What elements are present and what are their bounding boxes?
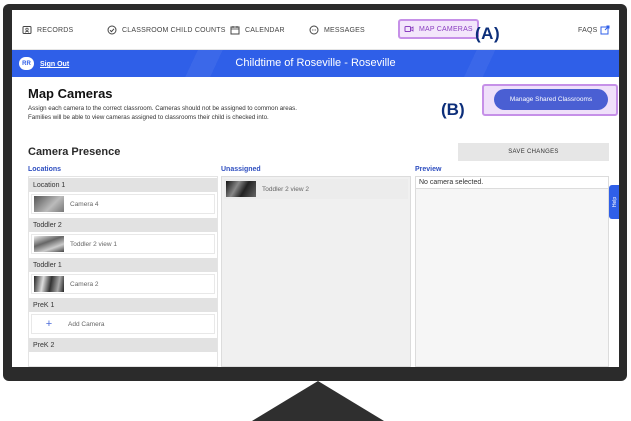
locations-column[interactable]: Location 1 Camera 4 Toddler 2 Toddler 2 … [28,176,218,367]
unassigned-column[interactable]: Toddler 2 view 2 [221,176,411,367]
preview-empty-text: No camera selected. [416,177,608,189]
camera-name: Toddler 2 view 1 [70,240,117,248]
add-camera-button[interactable]: + Add Camera [31,314,215,334]
page-title: Map Cameras [28,86,113,101]
message-bubble-icon [309,25,319,35]
nav-records[interactable]: RECORDS [22,21,73,39]
camera-thumbnail [34,236,64,252]
help-label: Help [611,196,618,208]
nav-faqs-label: FAQS [578,26,598,34]
location-header: PreK 2 [29,338,217,352]
camera-card[interactable]: Camera 4 [31,194,215,214]
center-title: Childtime of Roseville - Roseville [235,57,396,69]
nav-map-cameras[interactable]: MAP CAMERAS [398,19,479,39]
calendar-icon [230,25,240,35]
page-description: Assign each camera to the correct classr… [28,104,408,122]
nav-messages-label: MESSAGES [324,26,365,34]
description-line-1: Assign each camera to the correct classr… [28,105,297,112]
nav-faqs[interactable]: FAQS [578,21,610,39]
camera-thumbnail [34,276,64,292]
preview-column: No camera selected. [415,176,609,367]
add-camera-label: Add Camera [68,320,105,328]
camera-name: Camera 4 [70,200,99,208]
camera-thumbnail [34,196,64,212]
camera-card[interactable]: Toddler 2 view 2 [224,179,408,199]
help-tab[interactable]: Help [609,185,619,219]
callout-label-a: (A) [475,24,501,43]
manage-shared-classrooms-button[interactable]: Manage Shared Classrooms [494,89,608,110]
monitor-stand [252,381,384,421]
video-camera-icon [404,24,414,34]
camera-name: Toddler 2 view 2 [262,185,309,193]
external-link-icon [600,25,610,35]
nav-counts-label: CLASSROOM CHILD COUNTS [122,26,226,34]
app-screen: RECORDS CLASSROOM CHILD COUNTS CALENDAR … [12,10,619,367]
preview-column-label: Preview [415,166,442,173]
location-header: Toddler 2 [29,218,217,232]
top-navigation: RECORDS CLASSROOM CHILD COUNTS CALENDAR … [12,10,619,50]
camera-thumbnail [226,181,256,197]
nav-calendar[interactable]: CALENDAR [230,21,285,39]
location-header: PreK 1 [29,298,217,312]
callout-label-b: (B) [441,100,465,119]
location-header: Location 1 [29,178,217,192]
camera-card[interactable]: Camera 2 [31,274,215,294]
plus-icon: + [45,318,53,330]
description-line-2: Families will be able to view cameras as… [28,114,269,121]
location-header: Toddler 1 [29,258,217,272]
nav-records-label: RECORDS [37,26,74,34]
camera-card[interactable]: Toddler 2 view 1 [31,234,215,254]
check-circle-icon [107,25,117,35]
nav-classroom-child-counts[interactable]: CLASSROOM CHILD COUNTS [107,21,226,39]
section-title: Camera Presence [28,146,121,158]
save-changes-button[interactable]: SAVE CHANGES [458,143,609,161]
locations-column-label: Locations [28,166,62,173]
nav-calendar-label: CALENDAR [245,26,285,34]
nav-messages[interactable]: MESSAGES [309,21,365,39]
records-icon [22,25,32,35]
unassigned-column-label: Unassigned [221,166,261,173]
camera-name: Camera 2 [70,280,99,288]
nav-map-cameras-label: MAP CAMERAS [419,25,473,33]
